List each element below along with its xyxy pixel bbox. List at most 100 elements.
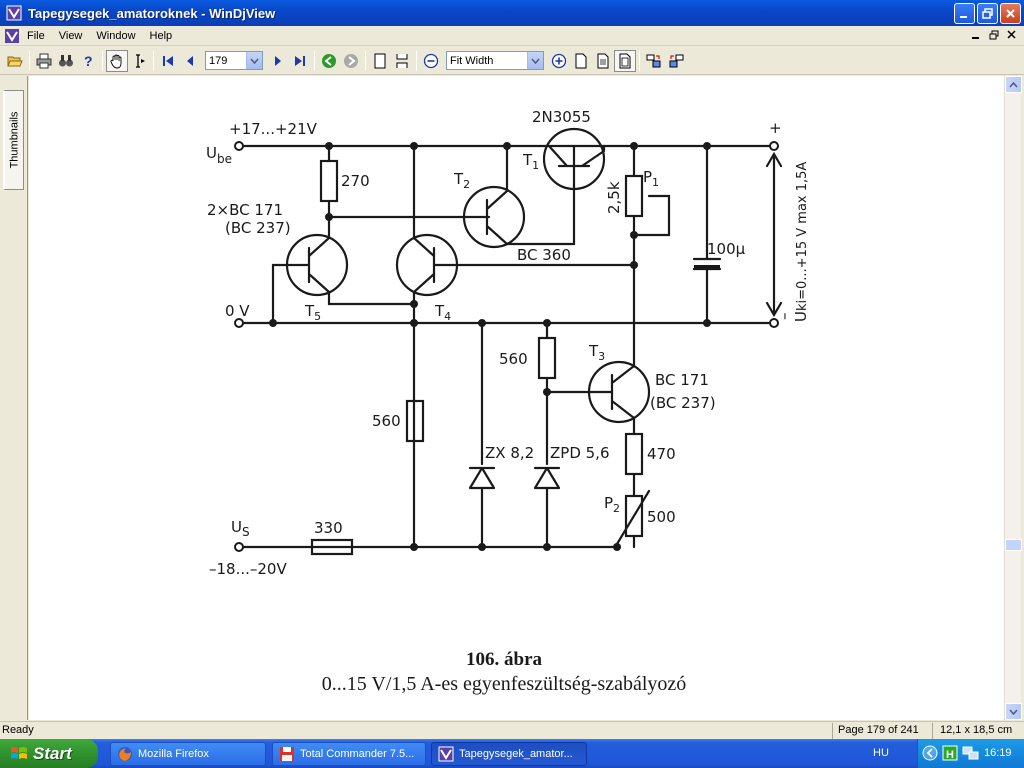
system-tray: H 16:19 (917, 739, 1024, 768)
label-us: US (231, 518, 250, 539)
mdi-minimize-button[interactable] (968, 28, 984, 42)
rotate-right-button[interactable] (665, 50, 687, 72)
select-tool-button[interactable] (128, 50, 150, 72)
zoom-combo[interactable]: Fit Width (446, 51, 544, 70)
label-t1: T1 (522, 151, 539, 172)
label-bc237a: (BC 237) (225, 219, 291, 237)
figure-caption: 0...15 V/1,5 A-es egyenfeszültség-szabál… (322, 673, 687, 695)
label-ube: Ube (206, 144, 232, 166)
menu-view[interactable]: View (52, 30, 90, 42)
scroll-up-button[interactable] (1005, 76, 1022, 93)
open-button[interactable] (4, 50, 26, 72)
restore-button[interactable] (977, 3, 998, 24)
label-vin: +17...+21V (229, 120, 318, 138)
windows-flag-icon (11, 746, 27, 759)
scroll-thumb[interactable] (1005, 539, 1022, 551)
label-minus: – (775, 313, 793, 321)
scroll-down-button[interactable] (1005, 703, 1022, 720)
actual-size-button[interactable] (570, 50, 592, 72)
minimize-icon (972, 37, 979, 39)
zener-zpd56 (533, 466, 561, 490)
label-t3: T3 (588, 342, 605, 363)
start-button[interactable]: Start (0, 739, 98, 768)
minimize-button[interactable] (954, 3, 975, 24)
text-select-icon (136, 53, 145, 68)
hand-icon (110, 54, 122, 68)
help-button[interactable]: ? (77, 50, 99, 72)
zoom-dropdown-button[interactable] (527, 52, 543, 69)
rotate-left-button[interactable] (643, 50, 665, 72)
mdi-restore-button[interactable] (986, 28, 1002, 42)
first-page-icon (163, 55, 173, 66)
label-bc237b: (BC 237) (650, 394, 716, 412)
hand-tool-button[interactable] (106, 49, 128, 72)
mdi-close-button[interactable] (1004, 28, 1020, 42)
language-indicator[interactable]: HU (873, 747, 889, 759)
label-plus: + (769, 119, 782, 137)
label-t4: T4 (434, 302, 451, 323)
label-r330: 330 (314, 519, 343, 537)
tab-thumbnails-label: Thumbnails (8, 111, 21, 169)
label-zpd56: ZPD 5,6 (550, 444, 610, 462)
last-page-button[interactable] (289, 50, 311, 72)
task-firefox[interactable]: Mozilla Firefox (110, 742, 266, 766)
menu-help[interactable]: Help (143, 30, 180, 42)
zoom-in-button[interactable] (548, 50, 570, 72)
windjview-app-icon (6, 5, 22, 21)
zoom-out-button[interactable] (420, 50, 442, 72)
label-c100u: 100μ (707, 240, 746, 258)
forward-button[interactable] (340, 50, 362, 72)
vertical-scrollbar[interactable] (1004, 76, 1022, 720)
fit-page-button[interactable] (614, 49, 636, 72)
tray-app-h-icon[interactable]: H (942, 745, 958, 761)
label-0v: 0 V (225, 302, 250, 320)
back-arrow-icon (322, 53, 336, 68)
toolbar-separator (365, 50, 366, 71)
minimize-icon (960, 16, 967, 18)
resistor-270 (319, 159, 339, 203)
next-page-button[interactable] (267, 50, 289, 72)
find-button[interactable] (55, 50, 77, 72)
single-page-icon (374, 53, 386, 68)
help-question-icon: ? (84, 53, 93, 69)
circuit-schematic: Ube +17...+21V 270 2×BC 171 (BC 237) T2 … (206, 108, 810, 695)
tray-expand-icon[interactable] (922, 745, 938, 761)
toolbar-separator (29, 50, 30, 71)
clock[interactable]: 16:19 (984, 747, 1012, 759)
print-button[interactable] (33, 50, 55, 72)
tab-thumbnails[interactable]: Thumbnails (3, 90, 24, 190)
label-zx82: ZX 8,2 (485, 444, 534, 462)
status-divider (832, 723, 833, 739)
label-vneg: –18...–20V (209, 560, 287, 578)
title-bar[interactable]: Tapegysegek_amatoroknek - WinDjView (0, 0, 1024, 26)
label-r560-left: 560 (372, 412, 401, 430)
document-view[interactable]: Ube +17...+21V 270 2×BC 171 (BC 237) T2 … (29, 76, 1004, 720)
start-label: Start (33, 743, 72, 763)
chevron-down-icon (531, 57, 540, 64)
network-icon[interactable] (962, 745, 980, 761)
page-number-combo[interactable]: 179 (205, 51, 263, 70)
page-dropdown-button[interactable] (246, 52, 262, 69)
task-windjview[interactable]: Tapegysegek_amator... (431, 742, 587, 766)
label-p2-value: 500 (647, 508, 676, 526)
printer-icon (36, 53, 52, 68)
close-button[interactable] (1000, 3, 1021, 24)
single-page-button[interactable] (369, 50, 391, 72)
menu-window[interactable]: Window (89, 30, 142, 42)
continuous-button[interactable] (391, 50, 413, 72)
status-page-info: Page 179 of 241 (838, 724, 919, 736)
prev-page-button[interactable] (179, 50, 201, 72)
firefox-icon (118, 747, 132, 761)
zoom-value: Fit Width (450, 54, 494, 67)
folder-open-icon (7, 56, 23, 66)
fit-width-button[interactable] (592, 50, 614, 72)
menu-file[interactable]: File (20, 30, 52, 42)
svg-text:H: H (946, 749, 954, 761)
first-page-button[interactable] (157, 50, 179, 72)
chevron-down-icon (1009, 708, 1018, 715)
junction-dots (269, 142, 711, 551)
document-icon[interactable] (4, 28, 20, 44)
back-button[interactable] (318, 50, 340, 72)
task-total-commander[interactable]: Total Commander 7.5... (272, 742, 426, 766)
close-icon (1006, 9, 1015, 18)
